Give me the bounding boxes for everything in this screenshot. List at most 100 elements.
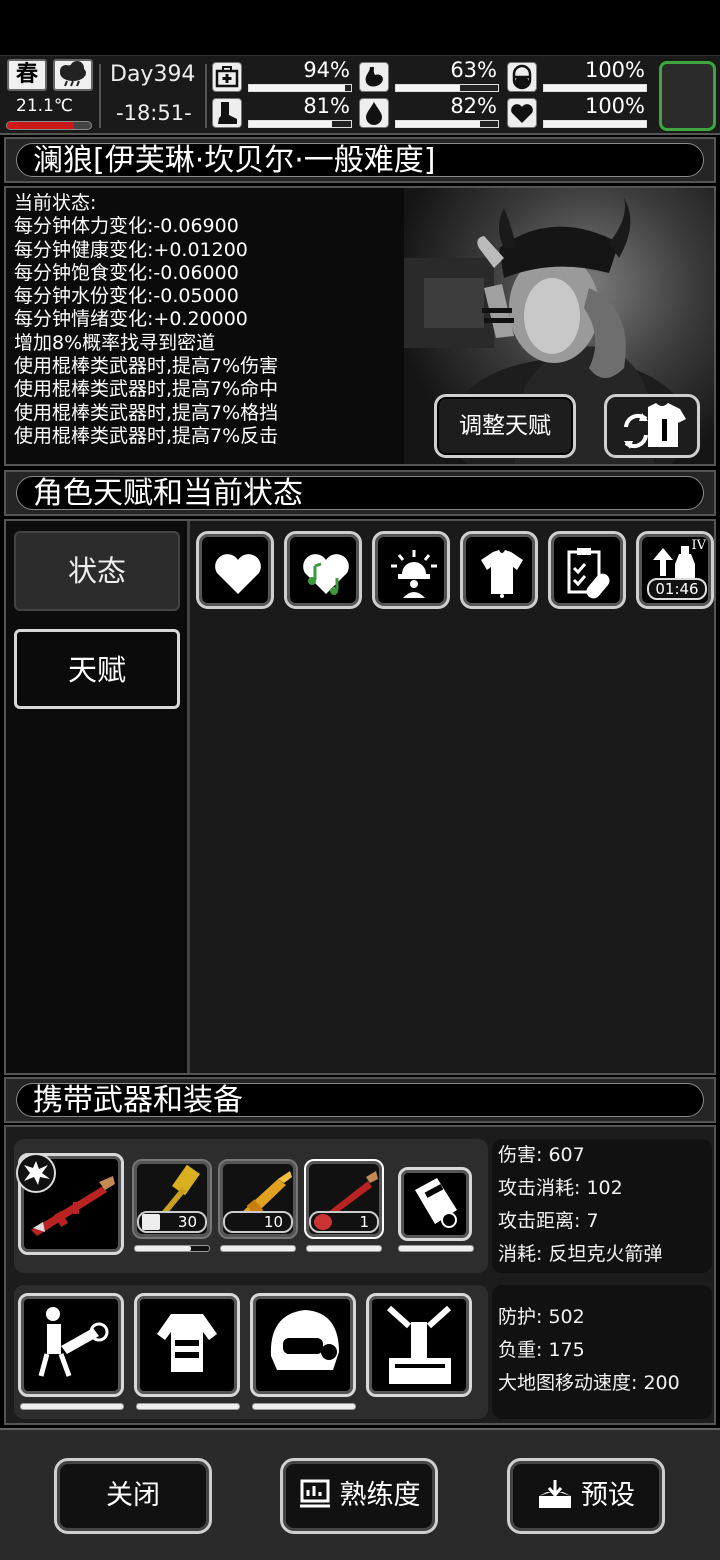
ammo-icon bbox=[142, 1214, 160, 1230]
medical-record-status-icon[interactable] bbox=[548, 531, 626, 609]
health-percent: 94% bbox=[303, 58, 350, 82]
status-line: 使用棍棒类武器时,提高7%格挡 bbox=[14, 401, 279, 424]
armor-durability-bar bbox=[20, 1403, 124, 1410]
adjust-talent-button[interactable]: 调整天赋 bbox=[434, 394, 576, 458]
weapon-slot-golden-gun[interactable]: 10 bbox=[218, 1159, 298, 1239]
hunger-stat: 63% bbox=[359, 58, 499, 94]
game-clock: -18:51- bbox=[116, 101, 192, 125]
talent-status-panel: 状态 天赋 IV 01:46 bbox=[4, 519, 716, 1075]
status-line: 使用棍棒类武器时,提高7%命中 bbox=[14, 378, 279, 401]
thermometer-bulb-icon bbox=[7, 122, 19, 129]
weapon-slot-rocket[interactable]: 1 bbox=[304, 1159, 384, 1239]
character-header: 澜狼[伊芙琳·坎贝尔·一般难度] bbox=[4, 137, 716, 183]
tab-sidebar: 状态 天赋 bbox=[6, 521, 190, 1073]
emotion-stat: 100% bbox=[507, 94, 647, 130]
riot-shield-icon bbox=[415, 1178, 457, 1228]
boot-icon bbox=[212, 98, 242, 128]
emotion-bar bbox=[543, 120, 647, 128]
armor-protection: 防护: 502 bbox=[498, 1306, 585, 1328]
change-outfit-button[interactable] bbox=[604, 394, 700, 458]
health-bar bbox=[248, 84, 352, 92]
buff-timer: 01:46 bbox=[647, 578, 707, 600]
hunger-bar bbox=[395, 84, 499, 92]
thirst-stat: 82% bbox=[359, 94, 499, 130]
buff-bottle-status-icon[interactable]: IV 01:46 bbox=[636, 531, 714, 609]
clothing-status-icon[interactable] bbox=[460, 531, 538, 609]
music-heart-status-icon[interactable] bbox=[284, 531, 362, 609]
status-line: 当前状态: bbox=[14, 192, 97, 214]
close-button[interactable]: 关闭 bbox=[54, 1458, 212, 1534]
download-box-icon bbox=[539, 1480, 571, 1508]
status-bar: 春 21.1℃ Day394 -18:51- 94% 63% 100% 81% … bbox=[0, 55, 720, 135]
equipment-header: 携带武器和装备 bbox=[4, 1077, 716, 1123]
weapon-range: 攻击距离: 7 bbox=[498, 1210, 599, 1232]
equipment-title: 携带武器和装备 bbox=[16, 1083, 704, 1118]
armor-durability-bar bbox=[252, 1403, 356, 1410]
character-title: 澜狼[伊芙琳·坎贝尔·一般难度] bbox=[16, 143, 704, 178]
day-counter: Day394 bbox=[110, 62, 196, 87]
rocket-ammo-icon bbox=[314, 1214, 332, 1230]
proficiency-button[interactable]: 熟练度 bbox=[280, 1458, 438, 1534]
armor-vest-icon bbox=[157, 1314, 217, 1372]
divider bbox=[205, 64, 207, 128]
divider bbox=[99, 64, 101, 128]
armor-durability-bar bbox=[136, 1403, 240, 1410]
pill-percent: 100% bbox=[584, 58, 645, 82]
weapon-count: 1 bbox=[309, 1211, 379, 1233]
weapon-durability-bar bbox=[134, 1245, 210, 1252]
thermometer-bar bbox=[6, 121, 92, 130]
stomach-icon bbox=[359, 62, 389, 92]
weapon-attack-cost: 攻击消耗: 102 bbox=[498, 1177, 623, 1199]
status-line: 每分钟水份变化:-0.05000 bbox=[14, 285, 239, 308]
status-line: 每分钟体力变化:-0.06900 bbox=[14, 215, 239, 238]
tab-status[interactable]: 状态 bbox=[14, 531, 180, 611]
tool-kit-slot[interactable] bbox=[366, 1293, 472, 1397]
temperature-text: 21.1℃ bbox=[16, 96, 73, 116]
stamina-stat: 81% bbox=[212, 94, 352, 130]
tab-talent[interactable]: 天赋 bbox=[14, 629, 180, 709]
cloud-rain-icon bbox=[53, 59, 93, 91]
status-effects-list: 当前状态: 每分钟体力变化:-0.06900 每分钟健康变化:+0.01200 … bbox=[14, 192, 278, 448]
shield-item-slot[interactable] bbox=[398, 1167, 472, 1241]
weapon-damage: 伤害: 607 bbox=[498, 1144, 585, 1166]
status-line: 每分钟情绪变化:+0.20000 bbox=[14, 308, 248, 331]
thirst-percent: 82% bbox=[450, 94, 497, 118]
status-line: 每分钟饱食变化:-0.06000 bbox=[14, 261, 239, 284]
backpack-slot[interactable] bbox=[18, 1293, 124, 1397]
pill-stat: 100% bbox=[507, 58, 647, 94]
health-stat: 94% bbox=[212, 58, 352, 94]
explosion-icon bbox=[16, 1153, 56, 1193]
armor-vest-slot[interactable] bbox=[134, 1293, 240, 1397]
footer-bar: 关闭 熟练度 预设 bbox=[0, 1428, 720, 1560]
armor-weight: 负重: 175 bbox=[498, 1339, 585, 1361]
weapon-count: 30 bbox=[137, 1211, 207, 1233]
status-line: 使用棍棒类武器时,提高7%反击 bbox=[14, 424, 279, 447]
weapon-durability-bar bbox=[398, 1245, 474, 1252]
proficiency-icon bbox=[299, 1479, 330, 1508]
helmet-slot[interactable] bbox=[250, 1293, 356, 1397]
helmet-icon bbox=[270, 1310, 339, 1370]
character-panel: 当前状态: 每分钟体力变化:-0.06900 每分钟健康变化:+0.01200 … bbox=[4, 186, 716, 466]
pill-bar bbox=[543, 84, 647, 92]
menu-square-button[interactable] bbox=[659, 61, 716, 131]
weapon-durability-bar bbox=[220, 1245, 296, 1252]
hunger-percent: 63% bbox=[450, 58, 497, 82]
thirst-bar bbox=[395, 120, 499, 128]
stamina-percent: 81% bbox=[303, 94, 350, 118]
weapon-count: 10 bbox=[223, 1211, 293, 1233]
weapon-durability-bar bbox=[306, 1245, 382, 1252]
tool-kit-icon bbox=[386, 1305, 452, 1384]
preset-button[interactable]: 预设 bbox=[507, 1458, 665, 1534]
season-badge: 春 bbox=[7, 59, 47, 91]
weapon-slot-hammer[interactable]: 30 bbox=[132, 1159, 212, 1239]
alarm-person-status-icon[interactable] bbox=[372, 531, 450, 609]
heart-icon bbox=[507, 98, 537, 128]
water-drop-icon bbox=[359, 98, 389, 128]
status-line: 使用棍棒类武器时,提高7%伤害 bbox=[14, 355, 279, 378]
talent-status-header: 角色天赋和当前状态 bbox=[4, 470, 716, 516]
map-move-speed: 大地图移动速度: 200 bbox=[498, 1372, 680, 1394]
heart-status-icon[interactable] bbox=[196, 531, 274, 609]
medkit-icon bbox=[212, 62, 242, 92]
emotion-percent: 100% bbox=[584, 94, 645, 118]
status-line: 每分钟健康变化:+0.01200 bbox=[14, 238, 248, 261]
